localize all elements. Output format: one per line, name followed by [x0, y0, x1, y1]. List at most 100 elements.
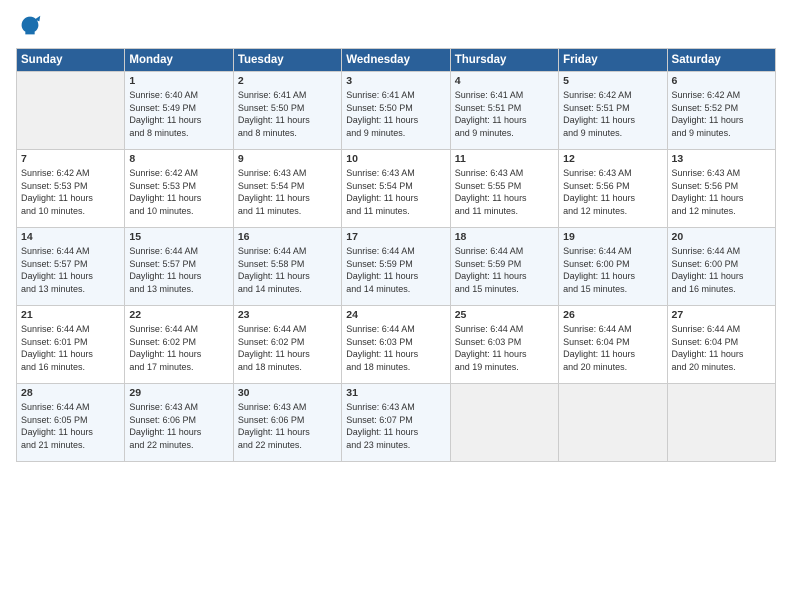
day-info: Sunrise: 6:44 AMSunset: 5:58 PMDaylight:… — [238, 245, 337, 295]
day-number: 11 — [455, 153, 554, 165]
day-number: 31 — [346, 387, 445, 399]
day-cell: 20Sunrise: 6:44 AMSunset: 6:00 PMDayligh… — [667, 228, 775, 306]
logo — [16, 12, 48, 40]
day-cell: 2Sunrise: 6:41 AMSunset: 5:50 PMDaylight… — [233, 72, 341, 150]
day-cell: 9 Sunrise: 6:43 AMSunset: 5:54 PMDaylight… — [233, 150, 341, 228]
week-row-1: 1 Sunrise: 6:40 AMSunset: 5:49 PMDaylight… — [17, 72, 776, 150]
day-cell: 15 Sunrise: 6:44 AMSunset: 5:57 PMDayligh… — [125, 228, 233, 306]
day-cell: 22 Sunrise: 6:44 AMSunset: 6:02 PMDayligh… — [125, 306, 233, 384]
day-info: Sunrise: 6:41 AMSunset: 5:50 PMDaylight:… — [346, 89, 445, 139]
day-cell — [17, 72, 125, 150]
day-number: 8 — [129, 153, 228, 165]
day-number: 30 — [238, 387, 337, 399]
week-row-4: 21 Sunrise: 6:44 AMSunset: 6:01 PMDayligh… — [17, 306, 776, 384]
day-cell: 29 Sunrise: 6:43 AMSunset: 6:06 PMDayligh… — [125, 384, 233, 462]
day-number: 29 — [129, 387, 228, 399]
day-cell: 21 Sunrise: 6:44 AMSunset: 6:01 PMDayligh… — [17, 306, 125, 384]
week-row-2: 7 Sunrise: 6:42 AMSunset: 5:53 PMDaylight… — [17, 150, 776, 228]
day-cell: 3 Sunrise: 6:41 AMSunset: 5:50 PMDaylight… — [342, 72, 450, 150]
day-number: 18 — [455, 231, 554, 243]
day-info: Sunrise: 6:44 AMSunset: 5:59 PMDaylight:… — [346, 245, 445, 295]
day-cell: 24Sunrise: 6:44 AMSunset: 6:03 PMDayligh… — [342, 306, 450, 384]
day-number: 23 — [238, 309, 337, 321]
day-info: Sunrise: 6:44 AMSunset: 6:00 PMDaylight:… — [672, 245, 771, 295]
day-info: Sunrise: 6:44 AMSunset: 5:57 PMDaylight:… — [21, 245, 120, 295]
day-info: Sunrise: 6:44 AMSunset: 6:00 PMDaylight:… — [563, 245, 662, 295]
day-number: 25 — [455, 309, 554, 321]
day-info: Sunrise: 6:42 AMSunset: 5:53 PMDaylight:… — [21, 167, 120, 217]
day-info: Sunrise: 6:43 AMSunset: 5:55 PMDaylight:… — [455, 167, 554, 217]
day-info: Sunrise: 6:43 AMSunset: 6:06 PMDaylight:… — [238, 401, 337, 451]
day-cell: 23 Sunrise: 6:44 AMSunset: 6:02 PMDayligh… — [233, 306, 341, 384]
day-info: Sunrise: 6:44 AMSunset: 5:57 PMDaylight:… — [129, 245, 228, 295]
day-number: 2 — [238, 75, 337, 87]
day-cell — [559, 384, 667, 462]
calendar-page: SundayMondayTuesdayWednesdayThursdayFrid… — [0, 0, 792, 612]
day-number: 4 — [455, 75, 554, 87]
header-cell-thursday: Thursday — [450, 49, 558, 72]
day-number: 12 — [563, 153, 662, 165]
day-cell: 26Sunrise: 6:44 AMSunset: 6:04 PMDayligh… — [559, 306, 667, 384]
day-cell: 4 Sunrise: 6:41 AMSunset: 5:51 PMDaylight… — [450, 72, 558, 150]
day-cell: 17 Sunrise: 6:44 AMSunset: 5:59 PMDayligh… — [342, 228, 450, 306]
logo-icon — [16, 12, 44, 40]
day-cell: 30 Sunrise: 6:43 AMSunset: 6:06 PMDayligh… — [233, 384, 341, 462]
day-number: 10 — [346, 153, 445, 165]
day-info: Sunrise: 6:44 AMSunset: 6:02 PMDaylight:… — [238, 323, 337, 373]
day-number: 14 — [21, 231, 120, 243]
day-number: 21 — [21, 309, 120, 321]
day-number: 22 — [129, 309, 228, 321]
day-cell: 8 Sunrise: 6:42 AMSunset: 5:53 PMDaylight… — [125, 150, 233, 228]
header-row: SundayMondayTuesdayWednesdayThursdayFrid… — [17, 49, 776, 72]
day-number: 17 — [346, 231, 445, 243]
day-number: 9 — [238, 153, 337, 165]
day-cell: 5Sunrise: 6:42 AMSunset: 5:51 PMDaylight… — [559, 72, 667, 150]
day-cell: 7 Sunrise: 6:42 AMSunset: 5:53 PMDaylight… — [17, 150, 125, 228]
day-info: Sunrise: 6:44 AMSunset: 6:05 PMDaylight:… — [21, 401, 120, 451]
day-info: Sunrise: 6:44 AMSunset: 6:02 PMDaylight:… — [129, 323, 228, 373]
day-number: 16 — [238, 231, 337, 243]
day-cell: 14 Sunrise: 6:44 AMSunset: 5:57 PMDayligh… — [17, 228, 125, 306]
day-cell: 13 Sunrise: 6:43 AMSunset: 5:56 PMDayligh… — [667, 150, 775, 228]
day-cell: 10 Sunrise: 6:43 AMSunset: 5:54 PMDayligh… — [342, 150, 450, 228]
header — [16, 12, 776, 40]
day-number: 1 — [129, 75, 228, 87]
day-info: Sunrise: 6:43 AMSunset: 5:56 PMDaylight:… — [563, 167, 662, 217]
day-number: 3 — [346, 75, 445, 87]
day-number: 27 — [672, 309, 771, 321]
day-cell: 27 Sunrise: 6:44 AMSunset: 6:04 PMDayligh… — [667, 306, 775, 384]
day-number: 28 — [21, 387, 120, 399]
day-cell: 19 Sunrise: 6:44 AMSunset: 6:00 PMDayligh… — [559, 228, 667, 306]
day-info: Sunrise: 6:43 AMSunset: 5:54 PMDaylight:… — [346, 167, 445, 217]
week-row-3: 14 Sunrise: 6:44 AMSunset: 5:57 PMDayligh… — [17, 228, 776, 306]
header-cell-monday: Monday — [125, 49, 233, 72]
header-cell-wednesday: Wednesday — [342, 49, 450, 72]
day-number: 13 — [672, 153, 771, 165]
day-info: Sunrise: 6:41 AMSunset: 5:51 PMDaylight:… — [455, 89, 554, 139]
day-number: 15 — [129, 231, 228, 243]
day-number: 19 — [563, 231, 662, 243]
day-cell: 1 Sunrise: 6:40 AMSunset: 5:49 PMDaylight… — [125, 72, 233, 150]
header-cell-tuesday: Tuesday — [233, 49, 341, 72]
day-number: 7 — [21, 153, 120, 165]
day-info: Sunrise: 6:43 AMSunset: 6:06 PMDaylight:… — [129, 401, 228, 451]
day-info: Sunrise: 6:44 AMSunset: 6:04 PMDaylight:… — [672, 323, 771, 373]
day-info: Sunrise: 6:44 AMSunset: 6:01 PMDaylight:… — [21, 323, 120, 373]
day-cell — [667, 384, 775, 462]
day-cell: 11 Sunrise: 6:43 AMSunset: 5:55 PMDayligh… — [450, 150, 558, 228]
day-info: Sunrise: 6:40 AMSunset: 5:49 PMDaylight:… — [129, 89, 228, 139]
day-info: Sunrise: 6:42 AMSunset: 5:53 PMDaylight:… — [129, 167, 228, 217]
day-cell: 6Sunrise: 6:42 AMSunset: 5:52 PMDaylight… — [667, 72, 775, 150]
day-cell: 16 Sunrise: 6:44 AMSunset: 5:58 PMDayligh… — [233, 228, 341, 306]
day-cell: 25Sunrise: 6:44 AMSunset: 6:03 PMDayligh… — [450, 306, 558, 384]
day-info: Sunrise: 6:43 AMSunset: 6:07 PMDaylight:… — [346, 401, 445, 451]
calendar-table: SundayMondayTuesdayWednesdayThursdayFrid… — [16, 48, 776, 462]
day-info: Sunrise: 6:43 AMSunset: 5:54 PMDaylight:… — [238, 167, 337, 217]
header-cell-sunday: Sunday — [17, 49, 125, 72]
day-info: Sunrise: 6:42 AMSunset: 5:52 PMDaylight:… — [672, 89, 771, 139]
day-info: Sunrise: 6:44 AMSunset: 5:59 PMDaylight:… — [455, 245, 554, 295]
day-number: 26 — [563, 309, 662, 321]
header-cell-friday: Friday — [559, 49, 667, 72]
day-info: Sunrise: 6:43 AMSunset: 5:56 PMDaylight:… — [672, 167, 771, 217]
day-cell: 12 Sunrise: 6:43 AMSunset: 5:56 PMDayligh… — [559, 150, 667, 228]
